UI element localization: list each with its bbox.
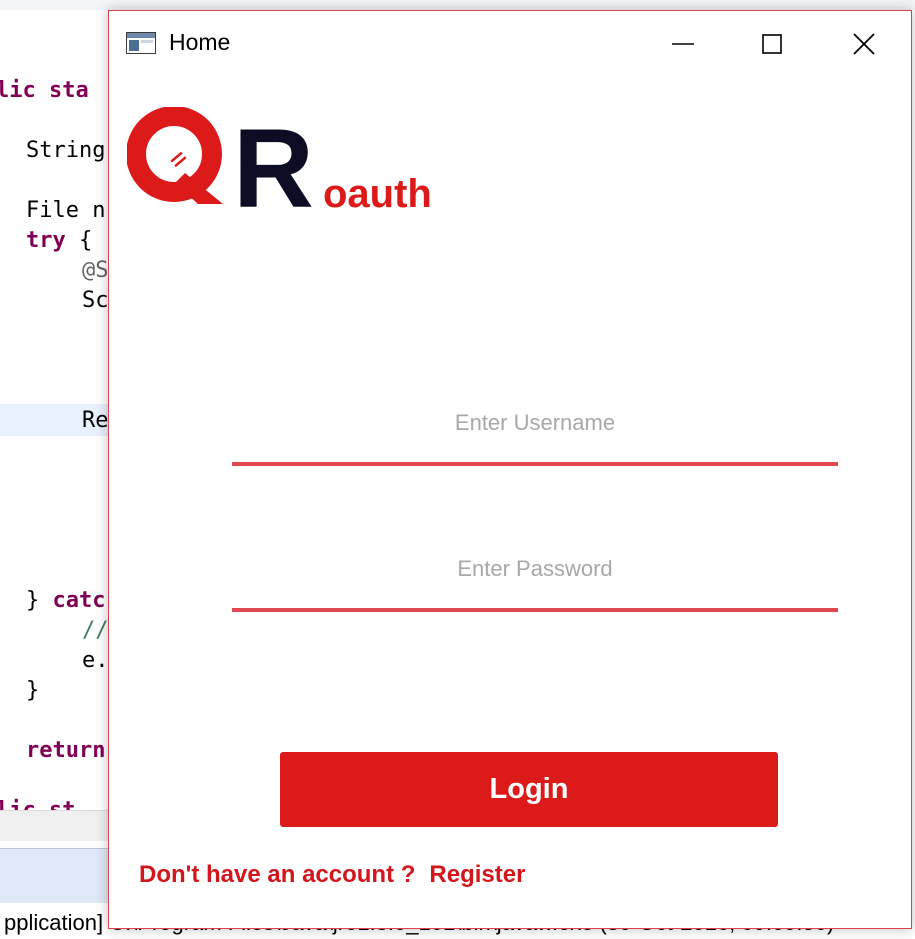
username-underline: [232, 462, 838, 466]
code-token: e.: [82, 648, 109, 673]
code-token: //: [82, 618, 109, 643]
maximize-icon: [760, 32, 784, 56]
close-icon: [852, 32, 876, 56]
password-field-group: [232, 549, 838, 619]
code-line: String: [26, 138, 105, 164]
code-line: try {: [26, 228, 92, 254]
register-link[interactable]: Register: [429, 861, 525, 888]
code-token: return: [26, 738, 106, 763]
code-line: @S: [82, 258, 109, 284]
username-input[interactable]: [232, 403, 838, 443]
code-token: String: [26, 138, 106, 163]
window-title: Home: [169, 29, 231, 55]
code-line: }: [26, 678, 39, 704]
code-token: }: [26, 588, 53, 613]
code-token: Re: [82, 408, 109, 433]
editor-horizontal-scrollbar[interactable]: [0, 810, 120, 841]
logo-suffix: oauth: [323, 172, 432, 212]
password-input[interactable]: [232, 549, 838, 589]
register-prompt: Don't have an account ? Register: [139, 861, 525, 889]
no-account-text: Don't have an account ?: [139, 861, 416, 888]
console-tab-bar: [0, 848, 120, 903]
minimize-button[interactable]: [648, 19, 718, 69]
code-token: File n: [26, 198, 106, 223]
close-button[interactable]: [829, 19, 899, 69]
minimize-icon: [671, 32, 695, 56]
code-token: lic sta: [0, 78, 89, 103]
home-window: Home R oauth Enter Username Login Don't …: [108, 10, 912, 929]
code-line: Sc: [82, 288, 109, 314]
code-line: File n: [26, 198, 105, 224]
code-line: e.: [82, 648, 109, 674]
code-line: } catc: [26, 588, 105, 614]
code-token: {: [65, 228, 93, 253]
password-underline: [232, 608, 838, 612]
app-window-icon: [126, 32, 156, 54]
ide-toolbar-strip: [0, 0, 915, 10]
code-line: lic sta: [0, 78, 89, 104]
qroauth-logo: R oauth: [126, 106, 437, 231]
code-token: catc: [52, 588, 106, 613]
code-line: return: [26, 738, 105, 764]
code-line: Re: [82, 408, 109, 434]
username-field-group: [232, 403, 838, 473]
login-button[interactable]: Login: [280, 752, 778, 827]
title-bar[interactable]: Home: [109, 11, 911, 73]
code-token: try: [26, 228, 66, 253]
code-token: }: [26, 678, 40, 703]
code-line: //: [82, 618, 109, 644]
code-token: Sc: [82, 288, 109, 313]
maximize-button[interactable]: [737, 19, 807, 69]
logo-letter-r: R: [233, 107, 314, 212]
code-token: @S: [82, 258, 109, 283]
